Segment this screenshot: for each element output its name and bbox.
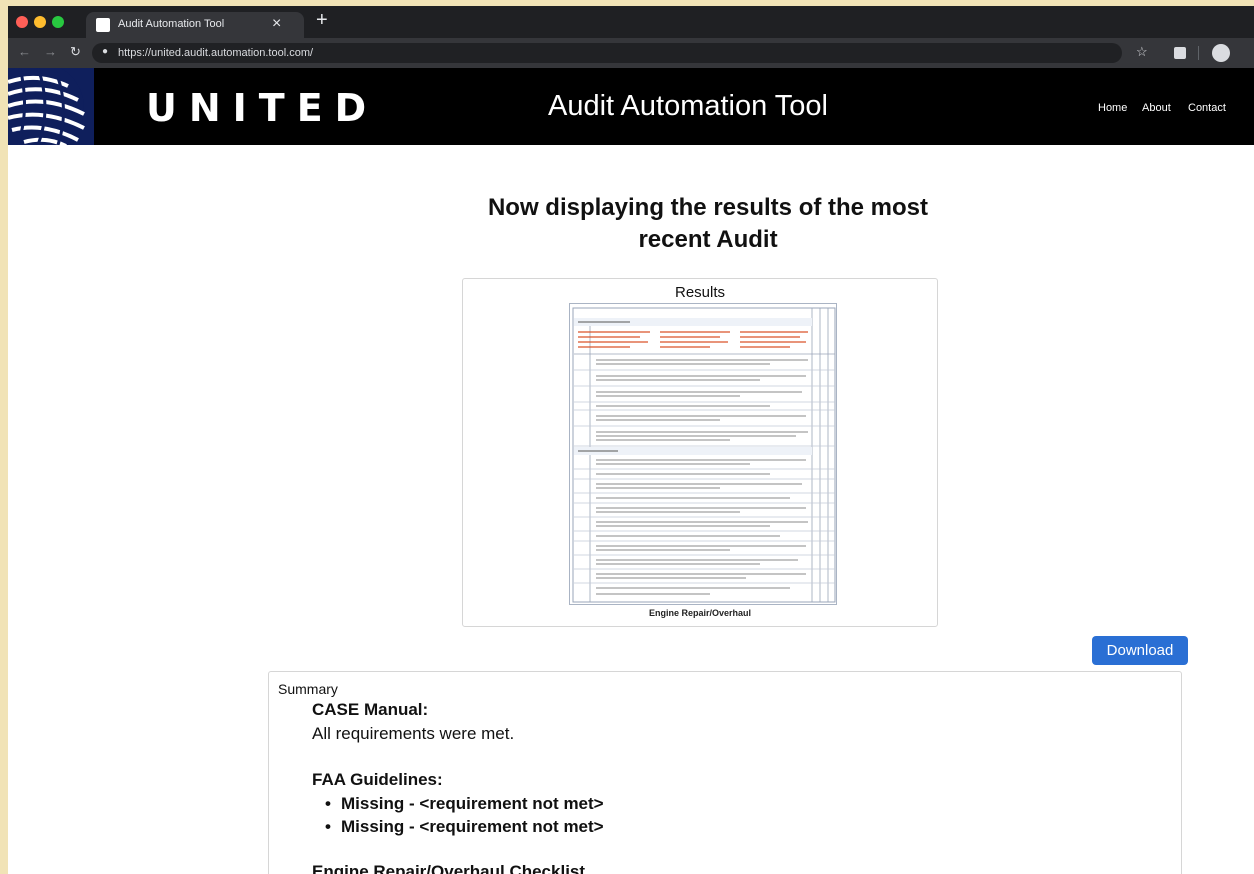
results-caption: Engine Repair/Overhaul (648, 608, 752, 618)
checklist-document-image (569, 303, 837, 605)
reload-icon[interactable]: ↻ (70, 44, 81, 60)
faa-missing-item-text: Missing - <requirement not met> (341, 817, 604, 836)
united-globe-logo (8, 68, 94, 145)
faa-missing-item: • Missing - <requirement not met> (325, 794, 604, 814)
faa-missing-item-text: Missing - <requirement not met> (341, 794, 604, 813)
case-manual-result: All requirements were met. (312, 724, 515, 743)
faa-missing-item: • Missing - <requirement not met> (325, 817, 604, 837)
browser-tab[interactable]: Audit Automation Tool × (86, 12, 304, 38)
close-window-icon[interactable] (16, 16, 28, 28)
site-header: UNITED Audit Automation Tool Home About … (8, 68, 1254, 145)
url-text[interactable]: https://united.audit.automation.tool.com… (118, 47, 313, 59)
summary-panel: Summary CASE Manual: All requirements we… (268, 671, 1182, 874)
browser-window: Audit Automation Tool × + ← → ↻ ● https:… (8, 6, 1254, 874)
page-heading: Now displaying the results of the most r… (428, 192, 988, 256)
browser-tab-bar: Audit Automation Tool × + (8, 6, 1254, 38)
toolbar-divider (1198, 46, 1199, 60)
page-heading-line-2: recent Audit (638, 226, 778, 253)
faa-guidelines-heading: FAA Guidelines: (312, 770, 443, 789)
case-manual-heading: CASE Manual: (312, 700, 429, 719)
tab-close-icon[interactable]: × (272, 15, 281, 33)
results-card: Results Engine Repair/Overhaul (462, 278, 938, 627)
forward-arrow-icon[interactable]: → (44, 44, 57, 59)
new-tab-icon[interactable]: + (316, 10, 328, 30)
nav-home-link[interactable]: Home (1098, 102, 1127, 114)
profile-avatar-icon[interactable] (1212, 44, 1230, 62)
back-arrow-icon[interactable]: ← (18, 44, 31, 59)
summary-label: Summary (278, 681, 338, 697)
download-button[interactable]: Download (1092, 636, 1188, 665)
maximize-window-icon[interactable] (52, 16, 64, 28)
united-wordmark: UNITED (146, 86, 379, 130)
engine-checklist-heading: Engine Repair/Overhaul Checklist (312, 862, 586, 874)
star-icon[interactable]: ☆ (1136, 44, 1148, 60)
address-bar[interactable]: ● https://united.audit.automation.tool.c… (92, 43, 1122, 63)
nav-about-link[interactable]: About (1142, 102, 1171, 114)
lock-icon: ● (102, 46, 109, 57)
bullet-icon: • (325, 817, 331, 836)
bullet-icon: • (325, 794, 331, 813)
nav-contact-link[interactable]: Contact (1188, 102, 1226, 114)
page-heading-line-1: Now displaying the results of the most (487, 194, 929, 221)
tab-title: Audit Automation Tool (118, 18, 225, 30)
results-title: Results (674, 284, 726, 301)
extension-icon[interactable] (1174, 47, 1186, 59)
browser-toolbar: ← → ↻ ● https://united.audit.automation.… (8, 38, 1254, 68)
favicon-icon (96, 18, 110, 32)
minimize-window-icon[interactable] (34, 16, 46, 28)
app-title: Audit Automation Tool (548, 90, 828, 122)
